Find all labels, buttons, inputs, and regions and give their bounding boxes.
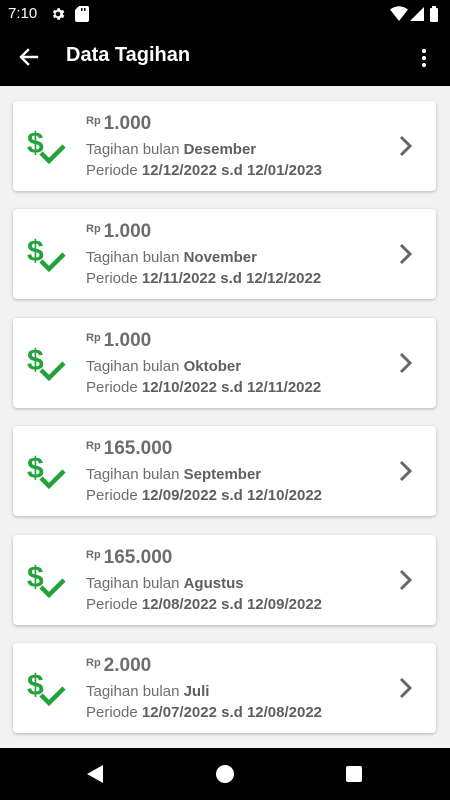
arrow-left-icon[interactable]	[16, 45, 42, 69]
month-line: Tagihan bulan Juli	[86, 683, 209, 700]
month-prefix: Tagihan bulan	[86, 249, 180, 266]
period-value: 12/09/2022 s.d 12/10/2022	[141, 487, 323, 504]
month-value: Desember	[183, 141, 257, 158]
bill-card-desember[interactable]: $ Rp 1.000 Tagihan bulan Desember Periode…	[13, 101, 436, 191]
period-value: 12/11/2022 s.d 12/12/2022	[141, 270, 322, 287]
status-system-icons	[390, 6, 438, 22]
period-line: Periode 12/07/2022 s.d 12/08/2022	[86, 704, 322, 721]
month-value: November	[183, 249, 257, 266]
nav-recents-square-icon[interactable]	[346, 766, 362, 782]
system-nav-bar	[0, 748, 450, 800]
more-vert-icon[interactable]	[412, 46, 436, 70]
page-title: Data Tagihan	[66, 44, 191, 66]
dollar-check-icon: $	[27, 235, 66, 273]
period-line: Periode 12/11/2022 s.d 12/12/2022	[86, 270, 321, 287]
currency-label: Rp	[86, 115, 101, 127]
nav-home-circle-icon[interactable]	[216, 765, 234, 783]
currency-label: Rp	[86, 440, 101, 452]
amount-row: Rp 2.000	[86, 655, 151, 677]
currency-label: Rp	[86, 223, 101, 235]
month-prefix: Tagihan bulan	[86, 141, 180, 158]
period-prefix: Periode	[86, 379, 138, 396]
signal-icon	[410, 7, 424, 21]
chevron-right-icon	[399, 677, 413, 699]
bill-card-september[interactable]: $ Rp 165.000 Tagihan bulan September Peri…	[13, 426, 436, 516]
amount-value: 165.000	[103, 547, 173, 568]
period-prefix: Periode	[86, 487, 138, 504]
dollar-check-icon: $	[27, 561, 66, 599]
month-prefix: Tagihan bulan	[86, 575, 180, 592]
amount-value: 1.000	[103, 113, 152, 134]
month-value: Juli	[183, 683, 210, 700]
dollar-check-icon: $	[27, 452, 66, 490]
month-line: Tagihan bulan Oktober	[86, 358, 241, 375]
chevron-right-icon	[399, 135, 413, 157]
status-bar: 7:10	[0, 0, 450, 28]
period-prefix: Periode	[86, 704, 138, 721]
currency-label: Rp	[86, 332, 101, 344]
amount-row: Rp 165.000	[86, 438, 172, 460]
month-prefix: Tagihan bulan	[86, 358, 180, 375]
month-prefix: Tagihan bulan	[86, 466, 180, 483]
chevron-right-icon	[399, 569, 413, 591]
amount-row: Rp 1.000	[86, 113, 151, 135]
dollar-check-icon: $	[27, 669, 66, 707]
period-line: Periode 12/08/2022 s.d 12/09/2022	[86, 596, 322, 613]
amount-row: Rp 1.000	[86, 221, 151, 243]
period-prefix: Periode	[86, 270, 138, 287]
dollar-check-icon: $	[27, 344, 66, 382]
period-value: 12/07/2022 s.d 12/08/2022	[141, 704, 323, 721]
currency-label: Rp	[86, 549, 101, 561]
amount-row: Rp 165.000	[86, 547, 172, 569]
period-line: Periode 12/09/2022 s.d 12/10/2022	[86, 487, 322, 504]
status-time: 7:10	[8, 5, 38, 22]
bill-card-oktober[interactable]: $ Rp 1.000 Tagihan bulan Oktober Periode …	[13, 318, 436, 408]
period-line: Periode 12/12/2022 s.d 12/01/2023	[86, 162, 322, 179]
currency-label: Rp	[86, 657, 101, 669]
amount-value: 1.000	[103, 330, 152, 351]
settings-gear-icon	[52, 8, 65, 20]
month-line: Tagihan bulan November	[86, 249, 257, 266]
chevron-right-icon	[399, 460, 413, 482]
bill-card-agustus[interactable]: $ Rp 165.000 Tagihan bulan Agustus Period…	[13, 535, 436, 625]
chevron-right-icon	[399, 352, 413, 374]
bill-card-november[interactable]: $ Rp 1.000 Tagihan bulan November Periode…	[13, 209, 436, 299]
nav-back-triangle-icon[interactable]	[85, 764, 105, 784]
month-line: Tagihan bulan September	[86, 466, 261, 483]
amount-value: 1.000	[103, 221, 152, 242]
battery-icon	[430, 6, 438, 22]
month-value: September	[183, 466, 262, 483]
period-value: 12/12/2022 s.d 12/01/2023	[141, 162, 323, 179]
month-line: Tagihan bulan Desember	[86, 141, 256, 158]
bill-list: $ Rp 1.000 Tagihan bulan Desember Periode…	[0, 86, 450, 748]
month-prefix: Tagihan bulan	[86, 683, 180, 700]
app-bar: Data Tagihan	[0, 28, 450, 86]
amount-row: Rp 1.000	[86, 330, 151, 352]
period-value: 12/10/2022 s.d 12/11/2022	[141, 379, 322, 396]
month-value: Agustus	[183, 575, 244, 592]
amount-value: 2.000	[103, 655, 152, 676]
wifi-icon	[390, 6, 408, 21]
chevron-right-icon	[399, 243, 413, 265]
month-line: Tagihan bulan Agustus	[86, 575, 244, 592]
dollar-check-icon: $	[27, 127, 66, 165]
bill-card-juli[interactable]: $ Rp 2.000 Tagihan bulan Juli Periode 12/…	[13, 643, 436, 733]
period-line: Periode 12/10/2022 s.d 12/11/2022	[86, 379, 321, 396]
month-value: Oktober	[183, 358, 242, 375]
sd-card-icon	[75, 6, 89, 22]
period-value: 12/08/2022 s.d 12/09/2022	[141, 596, 323, 613]
period-prefix: Periode	[86, 162, 138, 179]
amount-value: 165.000	[103, 438, 173, 459]
period-prefix: Periode	[86, 596, 138, 613]
